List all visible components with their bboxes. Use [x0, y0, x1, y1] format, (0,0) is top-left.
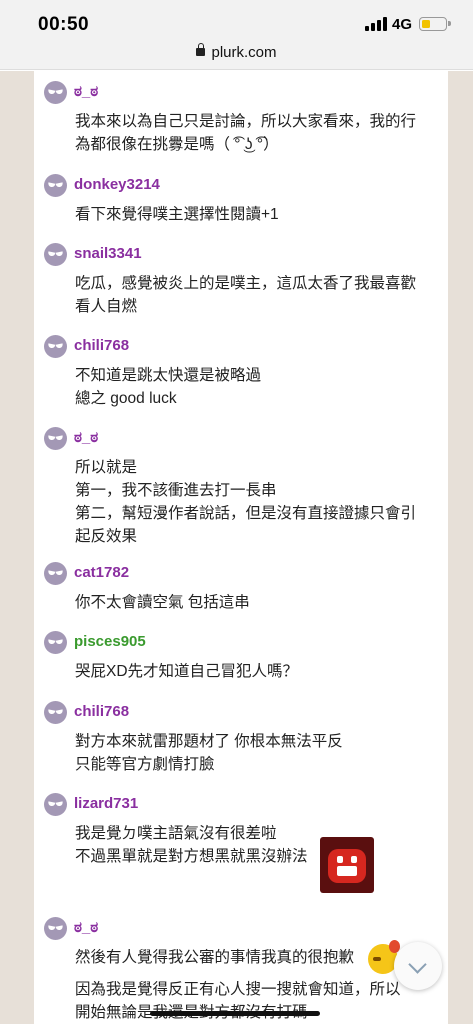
home-indicator[interactable]: [150, 1011, 320, 1016]
url-text: plurk.com: [211, 44, 277, 61]
response-text: 因為我是覺得反正有心人搜一搜就會知道，所以: [75, 981, 401, 998]
response-text: 哭屁XD先才知道自己冒犯人嗎？: [75, 663, 299, 680]
response-text: 然後有人覺得我公審的事情我真的很抱歉: [75, 949, 355, 966]
scroll-down-button[interactable]: [394, 942, 442, 990]
response-text: 總之 good luck: [75, 390, 177, 407]
response-text: 吃瓜，感覺被炎上的是噗主，這瓜太香了我最喜歡: [75, 275, 417, 292]
avatar[interactable]: [44, 701, 67, 724]
username[interactable]: chili768: [74, 337, 129, 354]
right-margin: [448, 71, 473, 1024]
response-text: 所以就是: [75, 459, 138, 476]
avatar[interactable]: [44, 427, 67, 450]
lock-icon: [196, 43, 206, 56]
response-text: 不知道是跳太快還是被略過: [75, 367, 262, 384]
username[interactable]: chili768: [74, 703, 129, 720]
response-text: 只能等官方劇情打臉: [75, 756, 215, 773]
response-text: 第二，幫短漫作者說話，但是沒有直接證據只會引: [75, 505, 417, 522]
username[interactable]: cat1782: [74, 564, 129, 581]
username[interactable]: ಠ_ಠ: [74, 83, 98, 100]
clock: 00:50: [38, 14, 90, 35]
response-text: 不過黑單就是對方想黑就黑沒辦法: [75, 848, 308, 865]
response-text: 你不太會讀空氣 包括這串: [75, 594, 250, 611]
left-margin: [0, 71, 34, 1024]
avatar[interactable]: [44, 793, 67, 816]
avatar[interactable]: [44, 335, 67, 358]
chevron-down-icon: [408, 955, 427, 974]
avatar[interactable]: [44, 562, 67, 585]
address-bar[interactable]: plurk.com: [0, 40, 473, 70]
username[interactable]: snail3341: [74, 245, 142, 262]
response-text: 看人自燃: [75, 298, 138, 315]
signal-icon: [365, 17, 387, 31]
avatar[interactable]: [44, 631, 67, 654]
battery-icon: [419, 17, 451, 31]
username[interactable]: ಠ_ಠ: [74, 429, 98, 446]
image-thumbnail[interactable]: [320, 837, 374, 893]
url-display[interactable]: plurk.com: [0, 43, 473, 61]
response-text: 看下來覺得噗主選擇性閱讀+1: [75, 206, 279, 223]
response-text: 第一，我不該衝進去打一長串: [75, 482, 277, 499]
response-text: 我是覺ㄉ噗主語氣沒有很差啦: [75, 825, 277, 842]
username[interactable]: ಠ_ಠ: [74, 919, 98, 936]
avatar[interactable]: [44, 917, 67, 940]
response-text: 對方本來就雷那題材了 你根本無法平反: [75, 733, 343, 750]
username[interactable]: pisces905: [74, 633, 146, 650]
username[interactable]: donkey3214: [74, 176, 160, 193]
username[interactable]: lizard731: [74, 795, 138, 812]
avatar[interactable]: [44, 81, 67, 104]
response-text: 為都很像在挑釁是嗎（ ͡° ͜ʖ ͡°）: [75, 136, 279, 153]
avatar[interactable]: [44, 174, 67, 197]
network-type: 4G: [392, 16, 413, 33]
avatar[interactable]: [44, 243, 67, 266]
response-text: 我本來以為自己只是討論，所以大家看來，我的行: [75, 113, 417, 130]
response-text: 起反效果: [75, 528, 138, 545]
status-bar: 00:50 4G: [0, 0, 473, 40]
